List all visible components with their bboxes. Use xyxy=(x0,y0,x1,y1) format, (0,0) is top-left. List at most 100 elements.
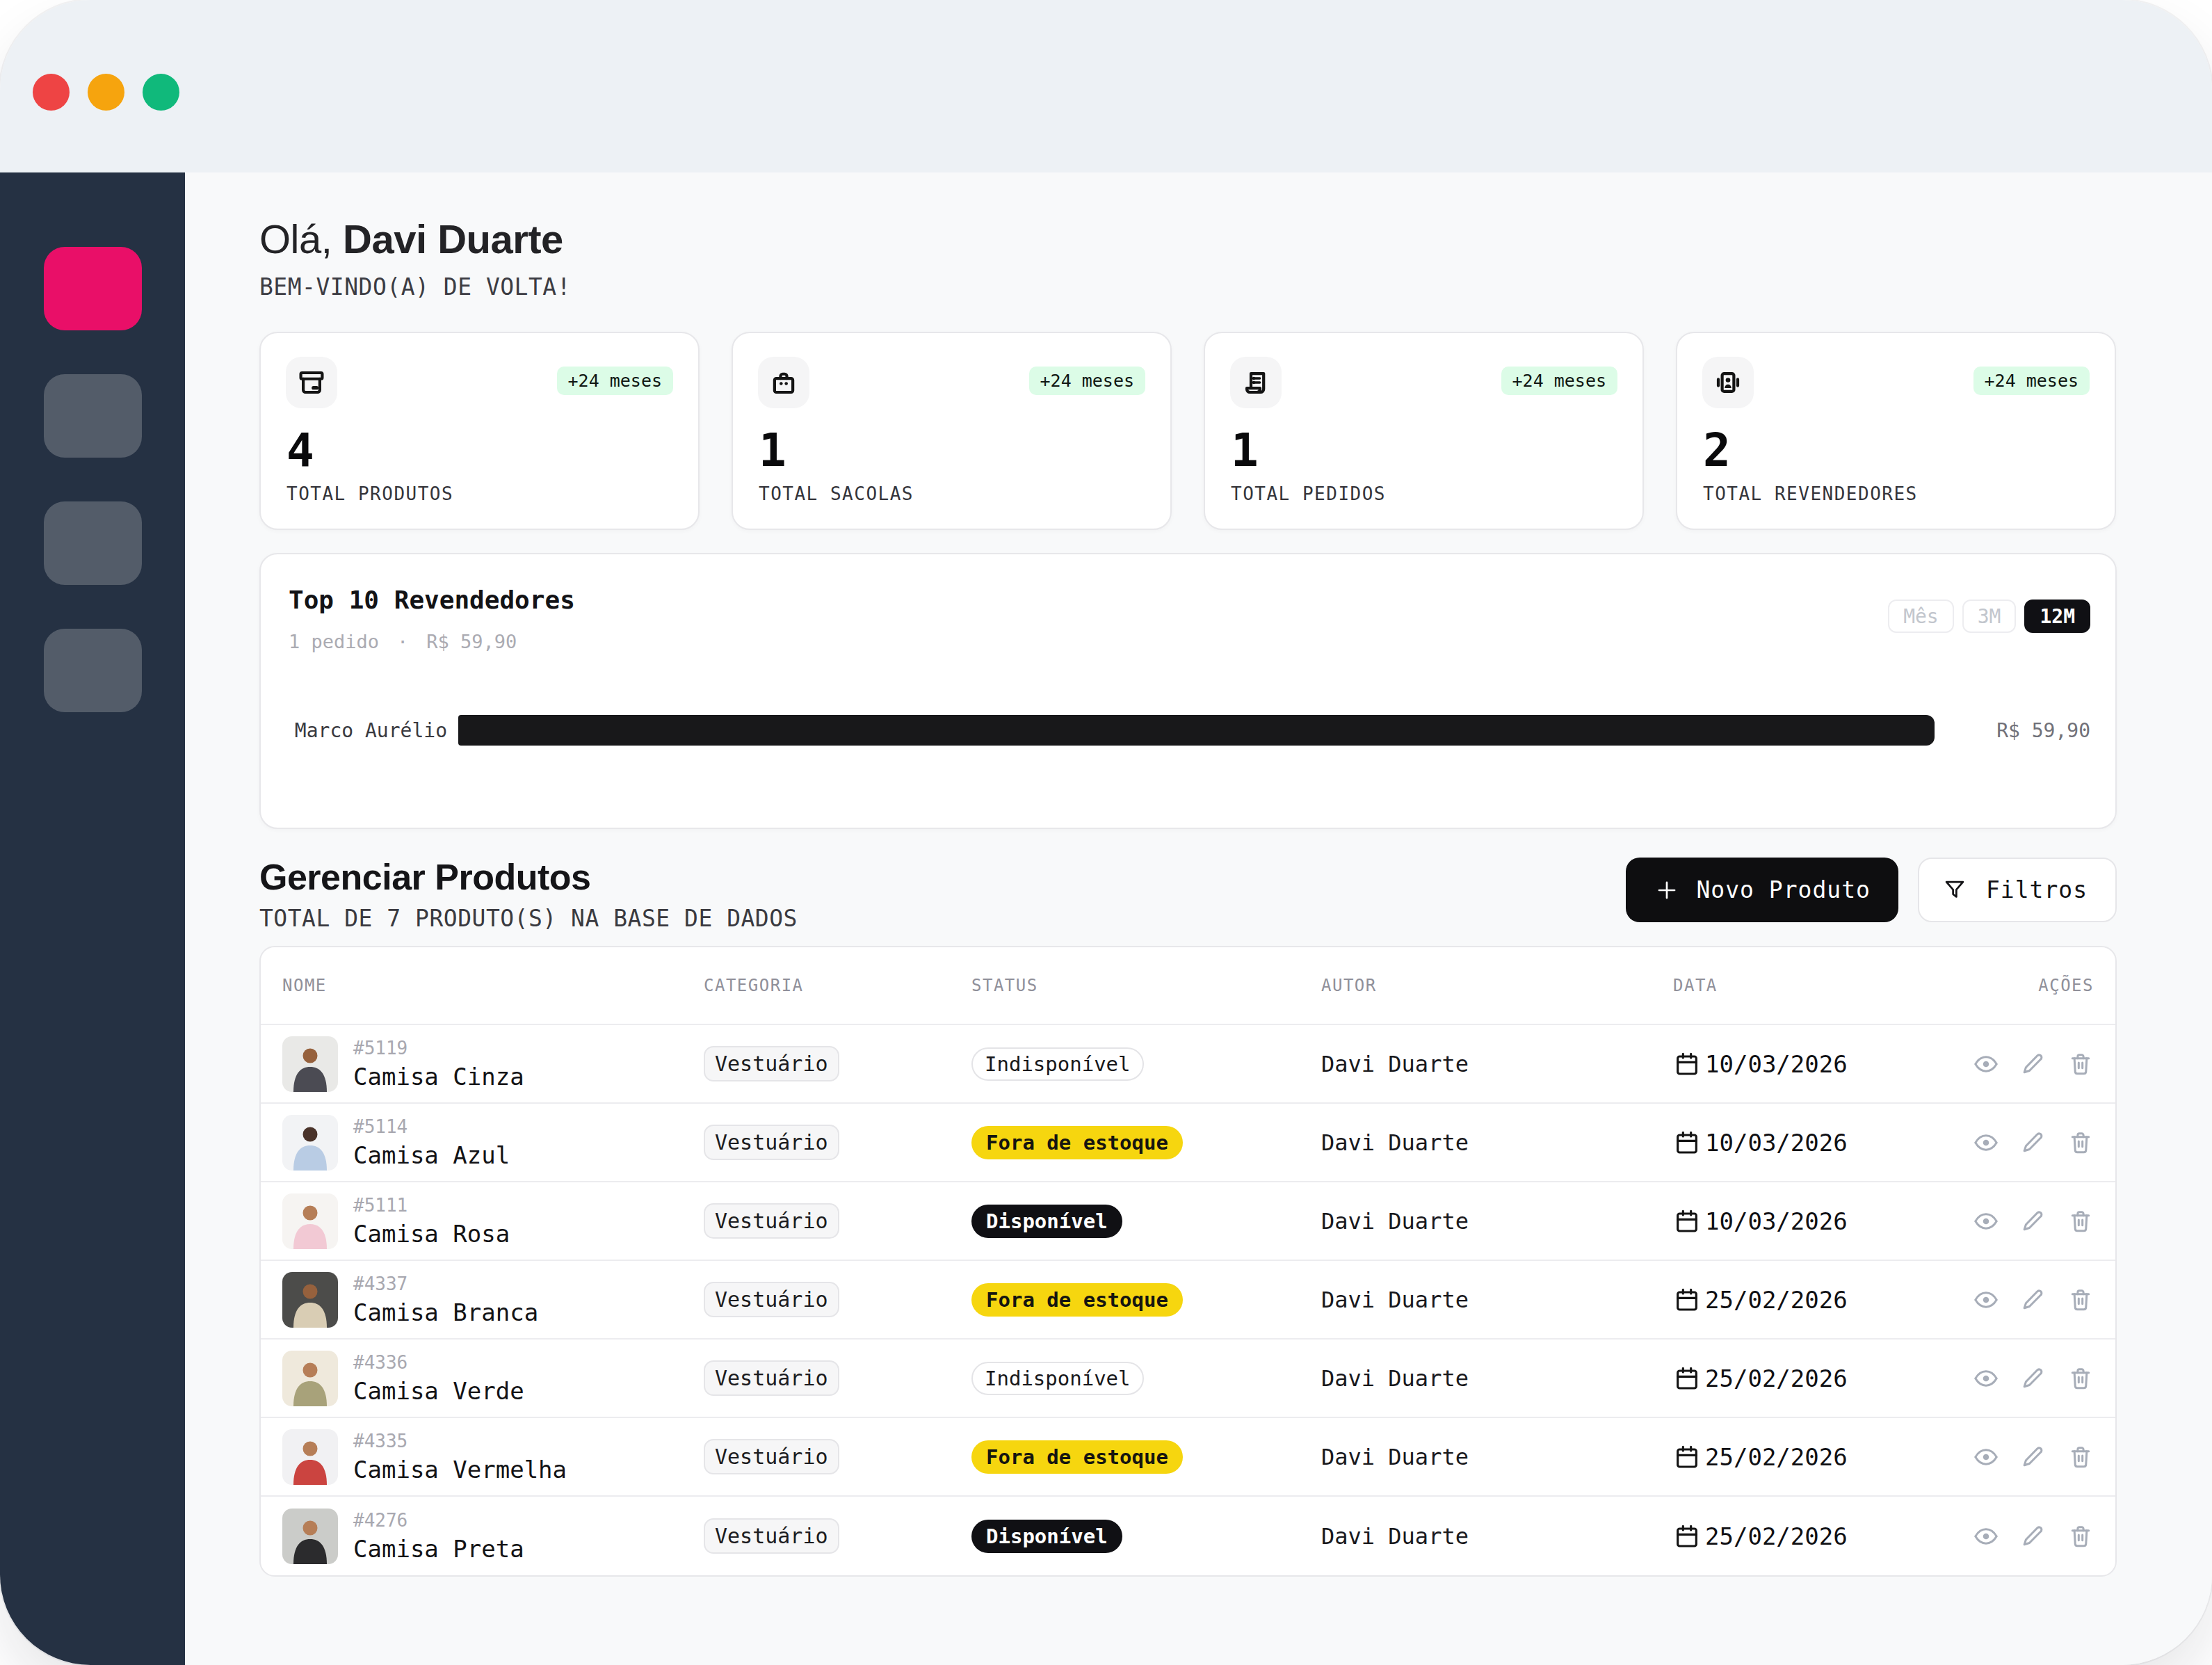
products-section-title: Gerenciar Produtos xyxy=(259,855,798,899)
stat-card: +24 meses 1 TOTAL SACOLAS xyxy=(732,332,1172,530)
product-id: #4337 xyxy=(353,1273,538,1294)
range-button-mês[interactable]: Mês xyxy=(1888,600,1954,633)
edit-button[interactable] xyxy=(2020,1208,2046,1234)
sidebar-nav-item-3[interactable] xyxy=(44,501,142,585)
sidebar-nav-item-2[interactable] xyxy=(44,374,142,458)
delete-button[interactable] xyxy=(2067,1051,2094,1077)
filters-button[interactable]: Filtros xyxy=(1918,858,2117,922)
product-id: #5114 xyxy=(353,1116,510,1137)
view-button[interactable] xyxy=(1973,1051,1999,1077)
calendar-icon xyxy=(1673,1129,1701,1157)
date-cell: 10/03/2026 xyxy=(1673,1207,1971,1235)
product-id: #4336 xyxy=(353,1352,524,1373)
receipt-icon xyxy=(1230,357,1282,408)
status-badge: Fora de estoque xyxy=(971,1283,1183,1317)
table-row[interactable]: #5114 Camisa Azul Vestuário Fora de esto… xyxy=(261,1104,2115,1182)
delete-button[interactable] xyxy=(2067,1287,2094,1313)
product-name: Camisa Branca xyxy=(353,1298,538,1326)
column-header-categoria: CATEGORIA xyxy=(704,976,971,995)
view-button[interactable] xyxy=(1973,1365,1999,1392)
stat-label: TOTAL PRODUTOS xyxy=(286,483,453,504)
top-sellers-chart: Marco Aurélio R$ 59,90 xyxy=(289,715,2090,746)
delete-button[interactable] xyxy=(2067,1208,2094,1234)
product-id: #5119 xyxy=(353,1038,524,1059)
view-button[interactable] xyxy=(1973,1444,1999,1470)
period-badge: +24 meses xyxy=(1501,367,1617,395)
range-button-12m[interactable]: 12M xyxy=(2024,600,2090,633)
status-badge: Disponível xyxy=(971,1520,1122,1553)
author-cell: Davi Duarte xyxy=(1321,1129,1673,1156)
status-badge: Fora de estoque xyxy=(971,1126,1183,1159)
range-button-3m[interactable]: 3M xyxy=(1962,600,2017,633)
minimize-button[interactable] xyxy=(88,74,124,111)
date-cell: 25/02/2026 xyxy=(1673,1365,1971,1392)
edit-button[interactable] xyxy=(2020,1523,2046,1550)
edit-button[interactable] xyxy=(2020,1287,2046,1313)
zoom-button[interactable] xyxy=(143,74,179,111)
top-sellers-card: Top 10 Revendedores 1 pedido·R$ 59,90 Mê… xyxy=(259,553,2117,829)
products-table: NOMECATEGORIASTATUSAUTORDATAAÇÕES #5119 … xyxy=(259,946,2117,1577)
category-badge: Vestuário xyxy=(704,1203,839,1239)
product-thumbnail xyxy=(282,1509,338,1564)
app-window: Olá, Davi Duarte BEM-VINDO(A) DE VOLTA! … xyxy=(0,0,2212,1665)
edit-button[interactable] xyxy=(2020,1365,2046,1392)
archive-icon xyxy=(286,357,337,408)
calendar-icon xyxy=(1673,1050,1701,1078)
delete-button[interactable] xyxy=(2067,1129,2094,1156)
product-name: Camisa Preta xyxy=(353,1535,524,1563)
table-row[interactable]: #4336 Camisa Verde Vestuário Indisponíve… xyxy=(261,1340,2115,1418)
date-cell: 10/03/2026 xyxy=(1673,1129,1971,1157)
table-header: NOMECATEGORIASTATUSAUTORDATAAÇÕES xyxy=(261,947,2115,1025)
view-button[interactable] xyxy=(1973,1523,1999,1550)
view-button[interactable] xyxy=(1973,1129,1999,1156)
view-button[interactable] xyxy=(1973,1208,1999,1234)
category-badge: Vestuário xyxy=(704,1282,839,1317)
calendar-icon xyxy=(1673,1522,1701,1550)
stat-card: +24 meses 1 TOTAL PEDIDOS xyxy=(1204,332,1644,530)
products-section-subtitle: TOTAL DE 7 PRODUTO(S) NA BASE DE DADOS xyxy=(259,905,798,932)
calendar-icon xyxy=(1673,1365,1701,1392)
product-name: Camisa Vermelha xyxy=(353,1456,567,1483)
chart-bar xyxy=(458,715,1935,746)
product-thumbnail xyxy=(282,1036,338,1092)
date-cell: 10/03/2026 xyxy=(1673,1050,1971,1078)
sidebar-nav-item-4[interactable] xyxy=(44,629,142,712)
calendar-icon xyxy=(1673,1207,1701,1235)
delete-button[interactable] xyxy=(2067,1523,2094,1550)
column-header-ações: AÇÕES xyxy=(1971,976,2094,995)
status-badge: Indisponível xyxy=(971,1047,1144,1081)
chart-bar-label: Marco Aurélio xyxy=(289,719,447,742)
close-button[interactable] xyxy=(33,74,70,111)
contact-icon xyxy=(1702,357,1754,408)
category-badge: Vestuário xyxy=(704,1360,839,1396)
table-row[interactable]: #5119 Camisa Cinza Vestuário Indisponíve… xyxy=(261,1025,2115,1104)
table-row[interactable]: #4337 Camisa Branca Vestuário Fora de es… xyxy=(261,1261,2115,1340)
author-cell: Davi Duarte xyxy=(1321,1208,1673,1234)
range-buttons: Mês3M12M xyxy=(1888,600,2090,633)
stat-card: +24 meses 2 TOTAL REVENDEDORES xyxy=(1676,332,2116,530)
new-product-button[interactable]: Novo Produto xyxy=(1626,858,1898,922)
sidebar xyxy=(0,172,185,1665)
view-button[interactable] xyxy=(1973,1287,1999,1313)
sidebar-nav-item-1[interactable] xyxy=(44,247,142,330)
product-name: Camisa Rosa xyxy=(353,1220,510,1248)
edit-button[interactable] xyxy=(2020,1129,2046,1156)
table-row[interactable]: #4335 Camisa Vermelha Vestuário Fora de … xyxy=(261,1418,2115,1497)
author-cell: Davi Duarte xyxy=(1321,1523,1673,1550)
delete-button[interactable] xyxy=(2067,1365,2094,1392)
top-sellers-subtitle: 1 pedido·R$ 59,90 xyxy=(289,631,2090,652)
filter-icon xyxy=(1941,877,1968,903)
product-thumbnail xyxy=(282,1193,338,1249)
table-row[interactable]: #4276 Camisa Preta Vestuário Disponível … xyxy=(261,1497,2115,1575)
table-row[interactable]: #5111 Camisa Rosa Vestuário Disponível D… xyxy=(261,1182,2115,1261)
stat-card: +24 meses 4 TOTAL PRODUTOS xyxy=(259,332,700,530)
column-header-autor: AUTOR xyxy=(1321,976,1673,995)
delete-button[interactable] xyxy=(2067,1444,2094,1470)
product-thumbnail xyxy=(282,1351,338,1406)
column-header-data: DATA xyxy=(1673,976,1971,995)
stat-value: 1 xyxy=(1231,424,1259,477)
product-thumbnail xyxy=(282,1429,338,1485)
edit-button[interactable] xyxy=(2020,1444,2046,1470)
author-cell: Davi Duarte xyxy=(1321,1287,1673,1313)
edit-button[interactable] xyxy=(2020,1051,2046,1077)
